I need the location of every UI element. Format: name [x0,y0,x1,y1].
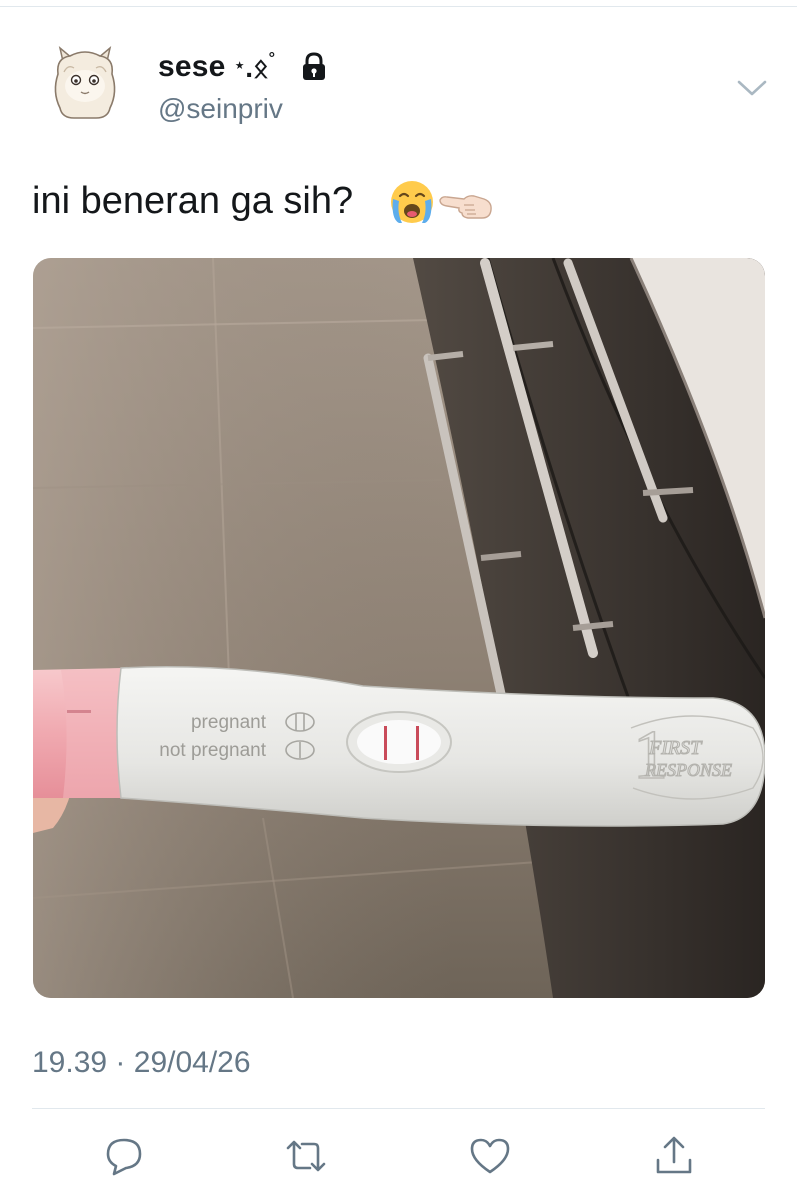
tweet-date: 29/04/26 [133,1046,251,1079]
not-pregnant-label: not pregnant [159,740,266,761]
avatar[interactable] [50,44,120,122]
brand-first: FIRST [648,737,703,759]
tweet-text: ini beneran ga sih? [32,180,354,222]
brand-response: RESPONSE [644,760,732,780]
retweet-icon [286,1140,326,1172]
divider [32,1108,765,1109]
tweet-timestamp[interactable]: 19.39 · 29/04/26 [32,1046,251,1080]
name-decoration: ⋆.ᛟ° [234,50,276,83]
chevron-down-icon[interactable] [734,75,770,101]
share-button[interactable] [652,1134,696,1178]
heart-icon [470,1138,510,1174]
top-divider [0,6,797,7]
user-handle[interactable]: @seinpriv [158,93,283,125]
timestamp-separator: · [115,1046,126,1079]
display-name[interactable]: sese [158,50,226,84]
share-icon [656,1136,692,1174]
pregnant-label: pregnant [191,712,267,733]
lock-icon [300,52,328,82]
reply-button[interactable] [102,1134,146,1178]
retweet-button[interactable] [284,1134,328,1178]
like-button[interactable] [468,1134,512,1178]
tweet-time: 19.39 [32,1046,108,1079]
pointing-left-icon [438,186,494,222]
loudly-crying-face-icon [389,179,435,225]
alpaca-avatar-icon [54,46,116,119]
tweet-photo[interactable]: pregnant not pregnant 1 FIRST RESPONSE [33,258,765,998]
reply-icon [106,1138,142,1176]
